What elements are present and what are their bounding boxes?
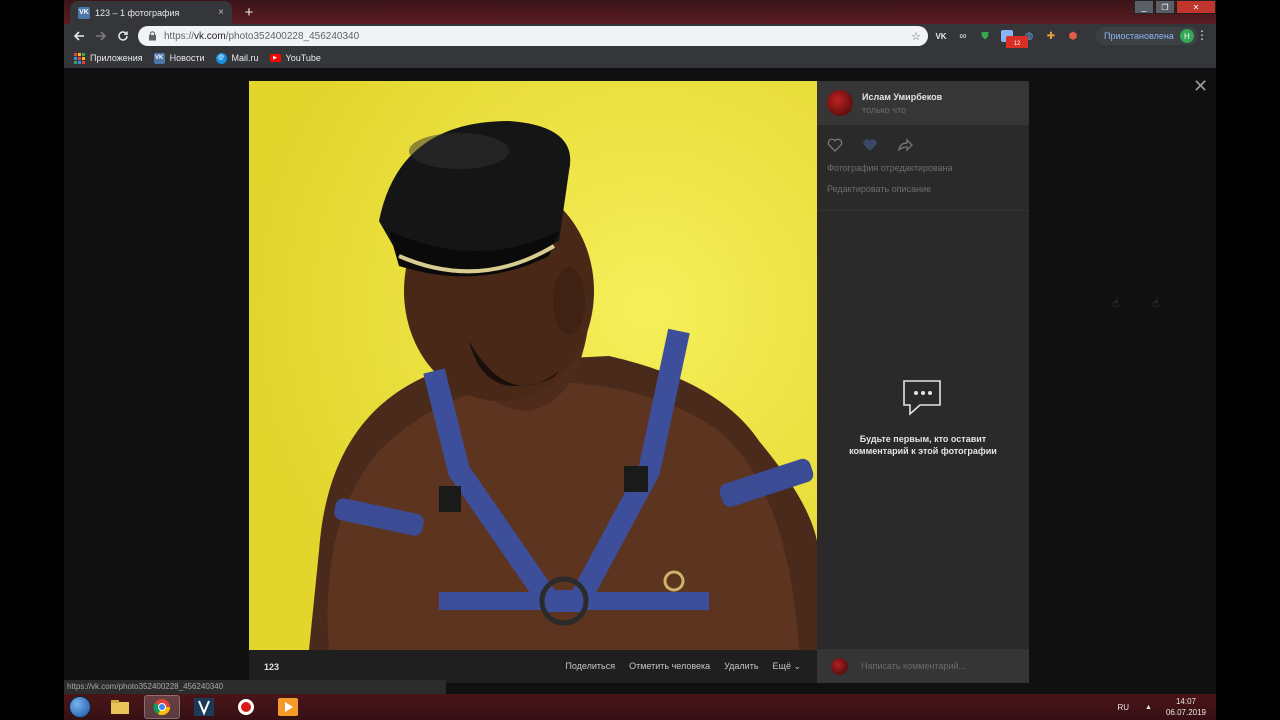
bookmark-apps[interactable]: Приложения xyxy=(74,52,143,64)
photo-image[interactable] xyxy=(249,81,817,650)
photo-actions: Поделиться Отметить человека Удалить Ещё… xyxy=(565,661,801,672)
minimize-button[interactable]: _ xyxy=(1134,0,1154,14)
menu-dots-icon[interactable]: ⋮ xyxy=(1196,28,1208,42)
bookmarks-bar: Приложения VK Новости @ Mail.ru ▶ YouTub… xyxy=(64,48,1216,68)
profile-label: Приостановлена xyxy=(1104,31,1174,41)
shield-extension-icon[interactable]: ⛊ xyxy=(974,28,996,44)
clock-time: 14:07 xyxy=(1175,697,1196,706)
url-path: /photo352400228_456240340 xyxy=(225,30,360,42)
media-icon[interactable] xyxy=(270,695,306,719)
tab-close-icon[interactable]: × xyxy=(218,7,224,18)
photo-illustration xyxy=(249,81,817,650)
bookmark-label: Приложения xyxy=(90,53,143,63)
clock-date: 06.07.2019 xyxy=(1165,708,1206,717)
profile-button[interactable]: Приостановлена Н xyxy=(1096,27,1198,45)
language-indicator[interactable]: RU xyxy=(1117,703,1129,712)
vk-icon: VK xyxy=(153,52,165,64)
tag-person-button[interactable]: Отметить человека xyxy=(629,661,710,672)
bookmark-label: YouTube xyxy=(285,53,321,63)
photo-caption: 123 xyxy=(264,661,280,672)
vk-icon: VK xyxy=(78,6,90,19)
back-button[interactable] xyxy=(68,25,90,47)
forward-button[interactable] xyxy=(90,25,112,47)
badge-extension-icon[interactable]: 12 xyxy=(996,28,1028,52)
close-window-button[interactable]: ✕ xyxy=(1176,0,1216,14)
vk-extension-icon[interactable]: VK xyxy=(930,28,952,44)
bookmark-mailru[interactable]: @ Mail.ru xyxy=(215,52,259,64)
letterbox-right xyxy=(1216,0,1280,720)
bookmark-label: Новости xyxy=(169,53,205,63)
reaction-bar xyxy=(827,138,913,152)
photo-footer: 123 Поделиться Отметить человека Удалить… xyxy=(249,650,817,683)
photo-edited-note: Фотография отредактирована xyxy=(827,163,953,173)
avatar[interactable] xyxy=(827,90,853,116)
url-scheme: https:// xyxy=(164,30,195,42)
screen: VK 123 – 1 фотография × + _ ❐ ✕ https://… xyxy=(0,0,1280,720)
windows-taskbar: RU ▲ 14:07 06.07.2019 xyxy=(64,694,1216,720)
viewer-close-icon[interactable]: ✕ xyxy=(1193,76,1208,97)
browser-tab[interactable]: VK 123 – 1 фотография × xyxy=(70,1,232,24)
comment-box: Написать комментарий... xyxy=(817,649,1029,683)
window-controls: _ ❐ ✕ xyxy=(1133,0,1216,16)
comment-input[interactable]: Написать комментарий... xyxy=(861,661,966,671)
new-tab-button[interactable]: + xyxy=(240,3,258,21)
share-button[interactable]: Поделиться xyxy=(565,661,615,672)
post-time: только что xyxy=(862,105,907,115)
photo-container: 123 Поделиться Отметить человека Удалить… xyxy=(249,81,817,683)
reload-icon xyxy=(118,31,128,41)
arrow-right-icon xyxy=(96,31,107,41)
avatar xyxy=(831,658,848,675)
arrow-left-icon xyxy=(73,31,84,41)
empty-comments-text: Будьте первым, кто оставит комментарий к… xyxy=(849,434,997,456)
edit-description-link[interactable]: Редактировать описание xyxy=(827,184,931,194)
delete-button[interactable]: Удалить xyxy=(724,661,758,672)
author-name[interactable]: Ислам Умирбеков xyxy=(862,92,942,102)
like-filled-heart-icon[interactable] xyxy=(862,138,878,152)
lock-icon xyxy=(149,31,156,41)
letterbox-left xyxy=(0,0,64,720)
author-header: Ислам Умирбеков только что xyxy=(817,81,1029,125)
title-bar: VK 123 – 1 фотография × + _ ❐ ✕ xyxy=(64,0,1216,24)
bookmark-youtube[interactable]: ▶ YouTube xyxy=(269,53,321,63)
photo-side-panel: Ислам Умирбеков только что Фотография от… xyxy=(817,81,1029,683)
tab-title: 123 – 1 фотография xyxy=(95,7,180,18)
mailru-icon: @ xyxy=(215,52,227,64)
divider xyxy=(817,210,1029,211)
reload-button[interactable] xyxy=(112,25,134,47)
extensions: VK ∞ ⛊ 12 ◍ ✚ ⬢ xyxy=(930,28,1084,52)
address-bar[interactable]: https://vk.com/photo352400228_456240340 … xyxy=(138,26,928,46)
link-extension-icon[interactable]: ∞ xyxy=(952,28,974,44)
page-viewport: 123 Поделиться Отметить человека Удалить… xyxy=(64,68,1216,694)
puzzle-extension-icon[interactable]: ✚ xyxy=(1040,28,1062,44)
vegas-icon[interactable] xyxy=(186,695,222,719)
tray-expand-icon[interactable]: ▲ xyxy=(1145,704,1152,711)
apps-grid-icon xyxy=(74,52,85,64)
browser-window: VK 123 – 1 фотография × + _ ❐ ✕ https://… xyxy=(64,0,1216,694)
windows-logo-icon xyxy=(69,696,91,718)
comments-bubble-icon xyxy=(903,380,941,416)
browser-toolbar: https://vk.com/photo352400228_456240340 … xyxy=(64,24,1216,52)
chrome-icon[interactable] xyxy=(144,695,180,719)
share-arrow-icon[interactable] xyxy=(897,138,913,152)
profile-avatar: Н xyxy=(1179,29,1194,43)
maximize-button[interactable]: ❐ xyxy=(1155,0,1175,14)
hand-cursor-icon: ☝ xyxy=(1112,296,1120,310)
bookmark-star-icon[interactable]: ☆ xyxy=(911,30,921,43)
recorder-icon[interactable] xyxy=(228,695,264,719)
more-button[interactable]: Ещё ⌄ xyxy=(773,661,801,672)
youtube-icon: ▶ xyxy=(269,54,281,62)
clock[interactable]: 14:07 06.07.2019 xyxy=(1166,696,1206,718)
hand-cursor-icon: ☝ xyxy=(1152,296,1160,310)
start-button[interactable] xyxy=(64,694,96,720)
bookmark-news[interactable]: VK Новости xyxy=(153,52,205,64)
adblock-extension-icon[interactable]: ⬢ xyxy=(1062,28,1084,44)
explorer-icon[interactable] xyxy=(102,695,138,719)
bookmark-label: Mail.ru xyxy=(231,53,259,63)
status-bar-url: https://vk.com/photo352400228_456240340 xyxy=(64,680,446,694)
url-host: vk.com xyxy=(194,30,226,42)
like-heart-icon[interactable] xyxy=(827,138,843,152)
system-tray: RU ▲ 14:07 06.07.2019 xyxy=(1117,694,1206,720)
